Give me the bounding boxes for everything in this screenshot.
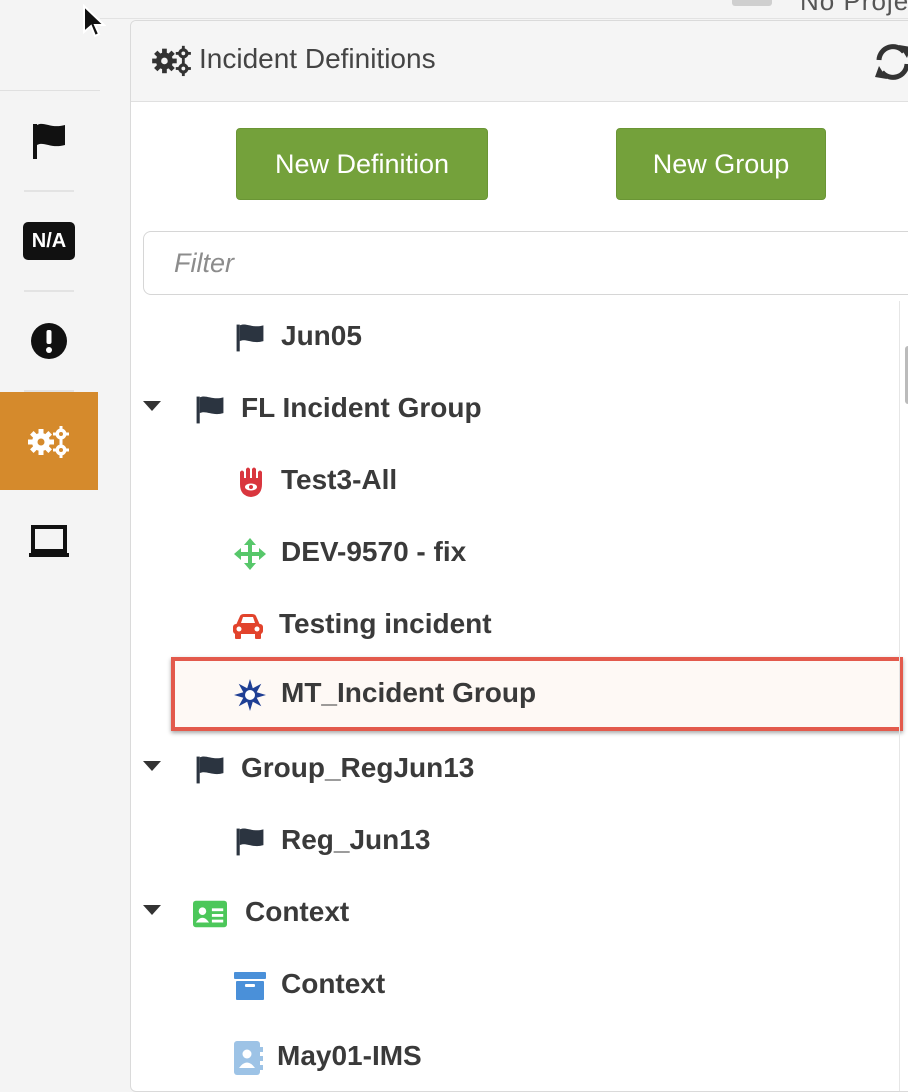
sidebar-item-settings[interactable] (0, 392, 98, 490)
project-label[interactable]: No Proje (800, 0, 908, 17)
address-book-icon (231, 1041, 265, 1075)
tree-item-label: Reg_Jun13 (281, 824, 431, 855)
filter-input[interactable] (143, 231, 908, 295)
tree-group-label: Context (245, 896, 350, 927)
tree-item-label: DEV-9570 - fix (281, 536, 467, 567)
flag-icon (193, 393, 227, 427)
caret-down-icon[interactable] (143, 905, 161, 915)
caret-down-icon[interactable] (143, 401, 161, 411)
exclamation-icon (31, 323, 67, 359)
gears-icon (152, 45, 191, 77)
tree-item[interactable]: May01-IMS (131, 1021, 908, 1091)
panel-header: Incident Definitions (131, 21, 908, 102)
definition-tree: Jun05 FL Incident Group Test3-All DEV-95… (131, 301, 908, 1091)
na-icon: N/A (23, 222, 75, 260)
id-card-icon (193, 897, 227, 931)
tree-item-label: Testing incident (279, 608, 492, 639)
sidebar-item-flag[interactable] (0, 92, 98, 190)
na-icon-text: N/A (31, 229, 67, 252)
sidebar-item-alerts[interactable] (0, 292, 98, 390)
tree-item[interactable]: Jun05 (131, 301, 908, 373)
flag-icon (33, 123, 65, 159)
tree-item[interactable]: Context (131, 949, 908, 1021)
tree-item-label: Jun05 (281, 320, 362, 351)
tree-item-selected[interactable]: MT_Incident Group (171, 657, 903, 731)
caret-down-icon[interactable] (143, 761, 161, 771)
tree-group-label: FL Incident Group (241, 392, 482, 423)
gears-icon (28, 426, 69, 458)
move-arrows-icon (233, 537, 267, 571)
panel-title: Incident Definitions (199, 43, 436, 74)
tree-group[interactable]: FL Incident Group (131, 373, 908, 445)
hamsa-icon (233, 465, 267, 499)
tree-item-label: Test3-All (281, 464, 398, 495)
tree-item-label: May01-IMS (277, 1040, 422, 1071)
archive-icon (233, 969, 267, 1003)
flag-icon (193, 753, 227, 787)
starburst-icon (233, 678, 267, 712)
sidebar-top-divider (0, 90, 100, 91)
new-definition-button[interactable]: New Definition (236, 128, 488, 200)
mouse-cursor-icon (83, 4, 106, 38)
incident-definitions-panel: Incident Definitions New Definition New … (130, 20, 908, 1092)
flag-icon (233, 825, 267, 859)
tree-item[interactable]: Testing incident (131, 589, 908, 661)
new-group-button[interactable]: New Group (616, 128, 826, 200)
tree-group-label: Group_RegJun13 (241, 752, 475, 783)
laptop-icon (29, 525, 69, 557)
tree-item-label: Context (281, 968, 386, 999)
top-bar: No Proje (100, 0, 908, 19)
tree-group[interactable]: Context (131, 877, 908, 949)
tree-item[interactable]: DEV-9570 - fix (131, 517, 908, 589)
car-icon (231, 609, 265, 643)
tree-item[interactable]: Reg_Jun13 (131, 805, 908, 877)
sidebar-item-screen[interactable] (0, 492, 98, 590)
sidebar-item-na[interactable]: N/A (0, 192, 98, 290)
flag-icon (233, 321, 267, 355)
refresh-icon[interactable] (873, 43, 908, 81)
tree-item-label: MT_Incident Group (281, 677, 537, 708)
sidebar: N/A (0, 0, 100, 1078)
project-icon (732, 0, 772, 6)
tree-item[interactable]: Test3-All (131, 445, 908, 517)
scrollbar-track[interactable] (899, 301, 908, 1091)
tree-group[interactable]: Group_RegJun13 (131, 733, 908, 805)
